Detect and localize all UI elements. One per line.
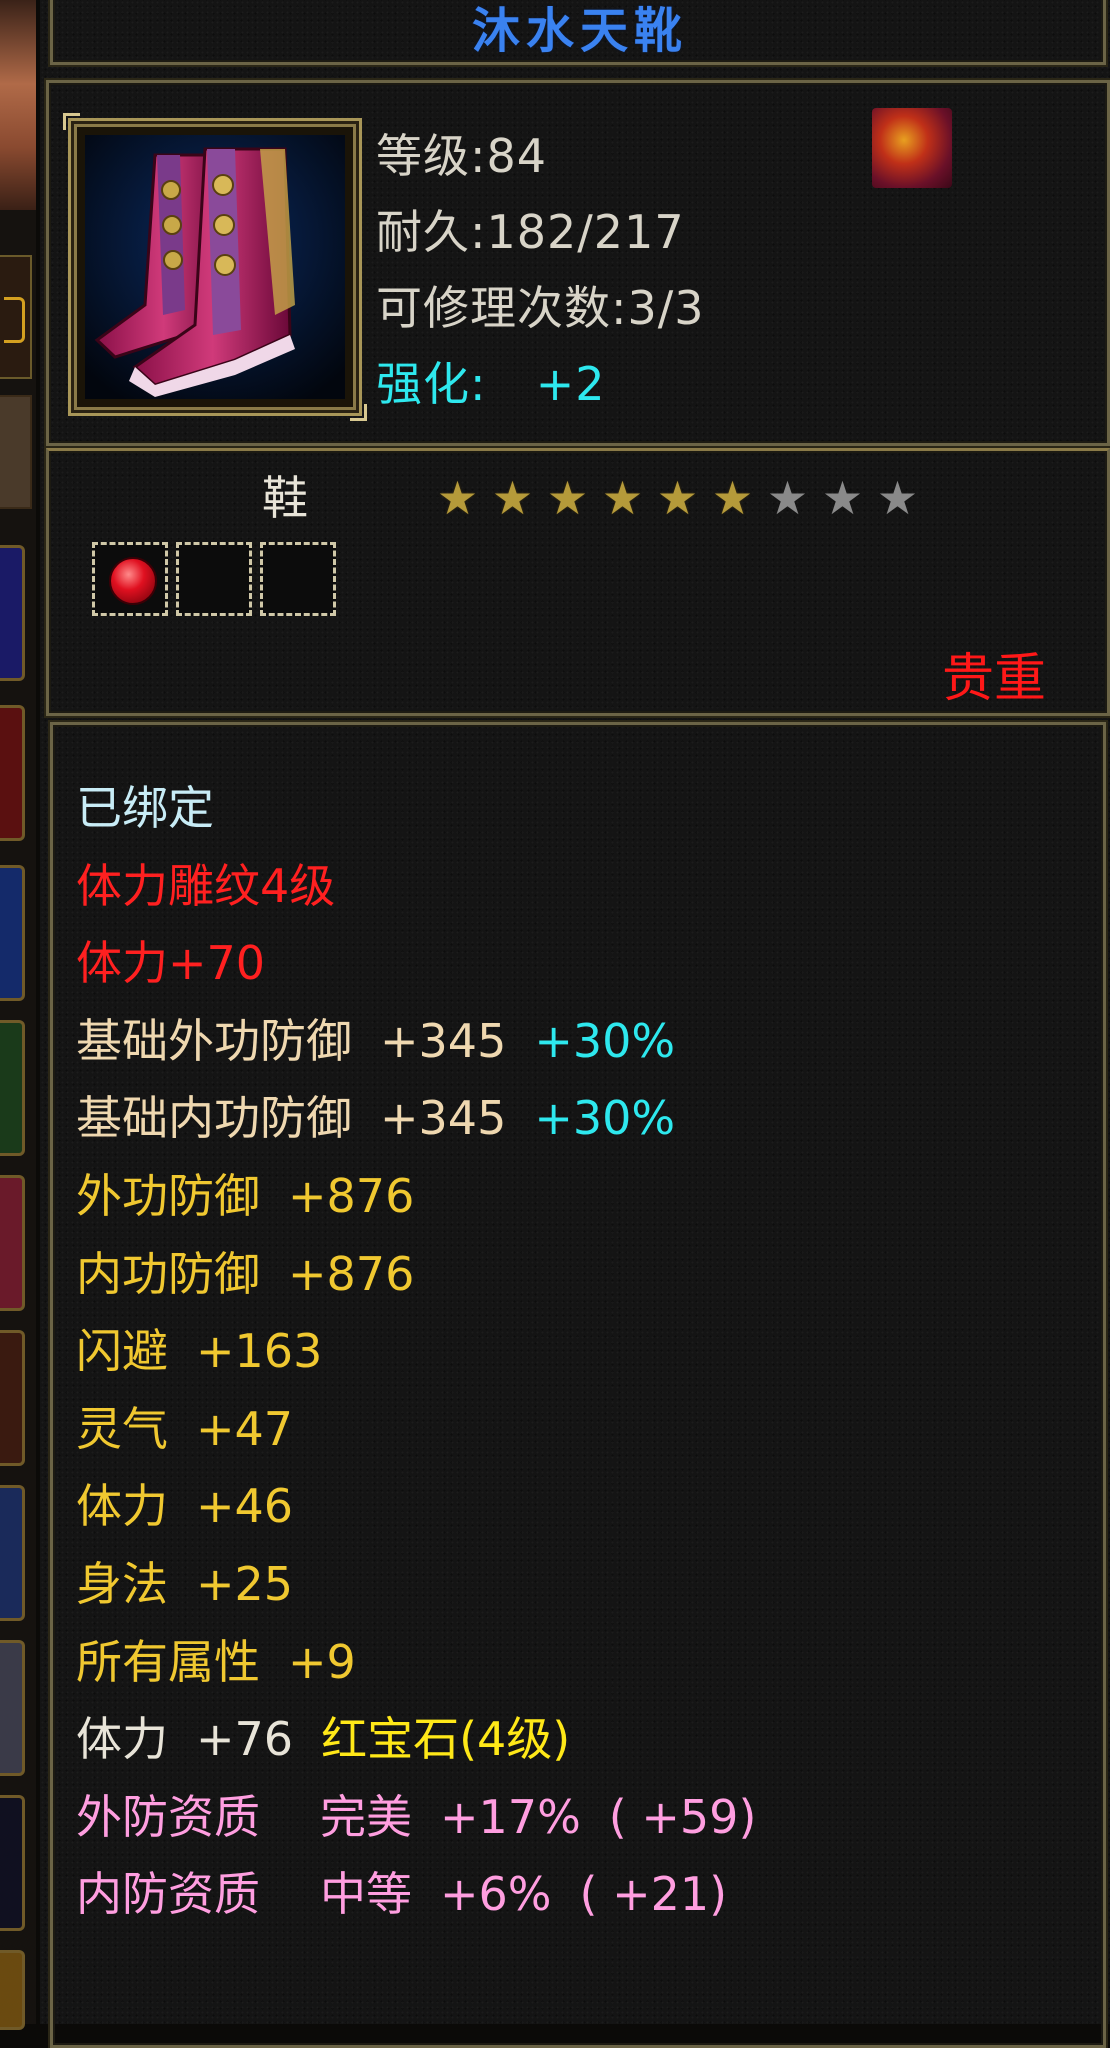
attr-value: +163 — [196, 1324, 323, 1379]
engraving-line: 体力雕纹4级 — [76, 858, 336, 913]
inner-quality-line: 内防资质 中等 +6% ( +21) — [76, 1856, 756, 1934]
quality-grade: 中等 — [320, 1867, 412, 1922]
attr-value: +876 — [288, 1168, 415, 1223]
attr-value: +76 — [196, 1712, 294, 1767]
enhance-value: +2 — [535, 357, 606, 411]
dodge-line: 闪避 +163 — [76, 1313, 756, 1391]
item-rarity: 贵重 — [941, 649, 1046, 709]
character-portrait — [0, 0, 36, 210]
item-repair-count: 可修理次数:3/3 — [376, 281, 705, 335]
attr-label: 灵气 — [76, 1401, 168, 1456]
skill-slot[interactable] — [0, 705, 25, 841]
agility-line: 身法 +25 — [76, 1546, 756, 1624]
star-filled-icon: ★ — [656, 471, 699, 525]
item-name: 沐水天靴 — [471, 3, 688, 59]
item-icon-frame — [63, 113, 367, 421]
item-type: 鞋 — [262, 471, 308, 525]
quality-bonus: ( +21) — [579, 1867, 728, 1922]
attr-label: 体力 — [76, 1479, 168, 1534]
bound-status: 已绑定 — [76, 781, 214, 835]
quality-pct: +17% — [440, 1789, 581, 1844]
attr-value: +9 — [288, 1634, 356, 1689]
attr-label: 外功防御 — [76, 1168, 260, 1223]
star-filled-icon: ★ — [436, 471, 479, 525]
side-frame-ornament — [0, 395, 32, 509]
all-attributes-line: 所有属性 +9 — [76, 1624, 756, 1702]
gem-sockets — [92, 542, 336, 616]
attr-label: 身法 — [76, 1556, 168, 1611]
gem-socket[interactable] — [176, 542, 252, 616]
ruby-gem-icon — [109, 557, 157, 605]
attribute-list: 已绑定 体力雕纹4级 体力+70 基础外功防御 +345 +30% 基础内功防御 +3… — [76, 770, 756, 1934]
skill-slot[interactable] — [0, 1020, 25, 1156]
gem-name: 红宝石(4级) — [321, 1712, 571, 1767]
attr-value: +345 — [380, 1091, 507, 1146]
skill-slot[interactable] — [0, 1795, 25, 1931]
skill-slot[interactable] — [0, 1330, 25, 1466]
star-empty-icon: ★ — [876, 471, 919, 525]
star-filled-icon: ★ — [546, 471, 589, 525]
side-frame-ornament — [0, 255, 32, 379]
attr-value: +345 — [380, 1013, 507, 1068]
attr-value: +25 — [196, 1556, 294, 1611]
boots-icon — [85, 135, 345, 399]
inner-defense-line: 内功防御 +876 — [76, 1236, 756, 1314]
gem-bonus-line: 体力 +76 红宝石(4级) — [76, 1701, 756, 1779]
attr-label: 体力 — [76, 1712, 168, 1767]
star-filled-icon: ★ — [601, 471, 644, 525]
gem-socket[interactable] — [260, 542, 336, 616]
attr-label: 内功防御 — [76, 1246, 260, 1301]
attr-label: 闪避 — [76, 1324, 168, 1379]
item-durability: 耐久:182/217 — [376, 205, 685, 259]
attr-pct: +30% — [534, 1091, 676, 1146]
base-outer-defense-line: 基础外功防御 +345 +30% — [76, 1003, 756, 1081]
attr-label: 所有属性 — [76, 1634, 260, 1689]
quality-bonus: ( +59) — [608, 1789, 757, 1844]
quality-pct: +6% — [440, 1867, 552, 1922]
attr-pct: +30% — [534, 1013, 676, 1068]
star-empty-icon: ★ — [766, 471, 809, 525]
spirit-line: 灵气 +47 — [76, 1391, 756, 1469]
engraving-bonus-line: 体力+70 — [76, 936, 266, 991]
attr-label: 基础内功防御 — [76, 1091, 352, 1146]
skill-slot[interactable] — [0, 1950, 25, 2030]
attr-value: +47 — [196, 1401, 294, 1456]
vitality-line: 体力 +46 — [76, 1468, 756, 1546]
star-filled-icon: ★ — [711, 471, 754, 525]
base-inner-defense-line: 基础内功防御 +345 +30% — [76, 1080, 756, 1158]
skill-slot[interactable] — [0, 1640, 25, 1776]
skill-slot[interactable] — [0, 545, 25, 681]
item-enhance: 强化: +2 — [376, 348, 606, 414]
attr-label: 内防资质 — [76, 1867, 260, 1922]
background-scene-strip — [0, 0, 36, 2030]
enhance-label: 强化: — [376, 357, 487, 411]
skill-slot[interactable] — [0, 1175, 25, 1311]
star-empty-icon: ★ — [821, 471, 864, 525]
skill-slot[interactable] — [0, 865, 25, 1001]
star-filled-icon: ★ — [491, 471, 534, 525]
item-level: 等级:84 — [376, 129, 548, 183]
attr-label: 基础外功防御 — [76, 1013, 352, 1068]
star-rating: ★ ★ ★ ★ ★ ★ ★ ★ ★ — [430, 470, 925, 526]
outer-defense-line: 外功防御 +876 — [76, 1158, 756, 1236]
quality-grade: 完美 — [320, 1789, 412, 1844]
gem-socket[interactable] — [92, 542, 168, 616]
attr-value: +46 — [196, 1479, 294, 1534]
outer-quality-line: 外防资质 完美 +17% ( +59) — [76, 1779, 756, 1857]
phoenix-badge-icon — [872, 108, 952, 188]
attr-value: +876 — [288, 1246, 415, 1301]
attr-label: 外防资质 — [76, 1789, 260, 1844]
skill-slot[interactable] — [0, 1485, 25, 1621]
